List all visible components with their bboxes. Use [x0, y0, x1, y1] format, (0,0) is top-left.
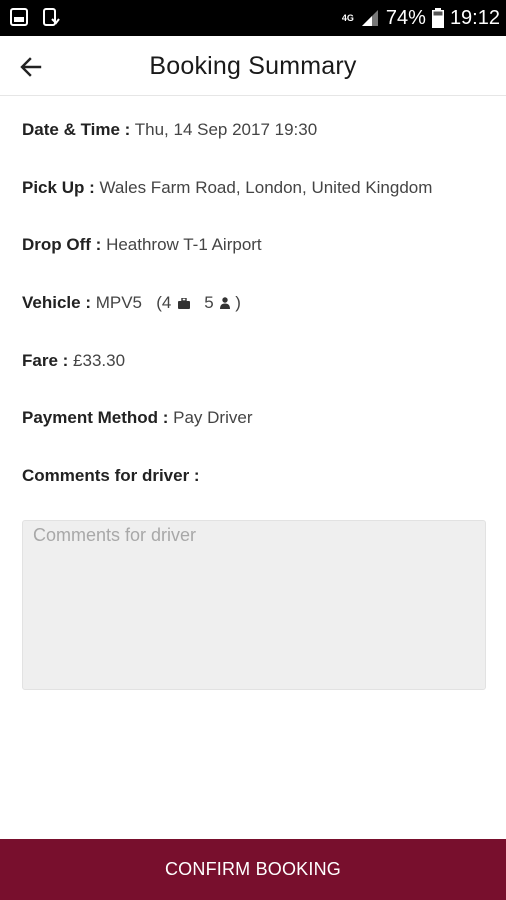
status-bar: 4G 74% 19:12: [0, 0, 506, 36]
payment-method-value: Pay Driver: [173, 408, 253, 427]
drop-off-row: Drop Off : Heathrow T-1 Airport: [22, 235, 262, 255]
pick-up-label: Pick Up :: [22, 178, 95, 197]
battery-icon: [431, 8, 444, 28]
luggage-count: 4: [161, 293, 172, 312]
network-type: 4G: [341, 12, 354, 23]
payment-method-row: Payment Method : Pay Driver: [22, 408, 253, 428]
comments-input[interactable]: [22, 520, 486, 690]
vehicle-label: Vehicle :: [22, 293, 91, 312]
pick-up-value: Wales Farm Road, London, United Kingdom: [99, 178, 433, 197]
vehicle-row: Vehicle : MPV5 (4 5 ): [22, 293, 241, 312]
app-bar: Booking Summary: [0, 36, 506, 96]
drop-off-value: Heathrow T-1 Airport: [106, 235, 262, 254]
date-time-value: Thu, 14 Sep 2017 19:30: [134, 120, 318, 139]
confirm-booking-button[interactable]: CONFIRM BOOKING: [0, 839, 506, 900]
vehicle-value: MPV5: [95, 293, 143, 312]
signal-icon: [361, 10, 378, 26]
drop-off-label: Drop Off :: [22, 235, 102, 254]
passenger-count: 5: [204, 293, 214, 312]
date-time-label: Date & Time :: [22, 120, 131, 139]
clock: 19:12: [449, 6, 500, 29]
phone-sync-icon: [43, 8, 60, 26]
battery-percent: 74%: [385, 6, 426, 29]
page-title: Booking Summary: [149, 52, 357, 80]
fare-label: Fare :: [22, 351, 69, 370]
payment-method-label: Payment Method :: [22, 408, 169, 427]
suitcase-icon: [178, 298, 191, 309]
comments-label: Comments for driver :: [22, 466, 200, 485]
date-time-row: Date & Time : Thu, 14 Sep 2017 19:30: [22, 120, 317, 140]
fare-row: Fare : £33.30: [22, 351, 125, 371]
comments-row: Comments for driver :: [22, 466, 200, 486]
fare-value: £33.30: [73, 351, 126, 370]
person-icon: [220, 297, 231, 309]
pick-up-row: Pick Up : Wales Farm Road, London, Unite…: [22, 178, 432, 198]
gallery-icon: [10, 8, 28, 26]
